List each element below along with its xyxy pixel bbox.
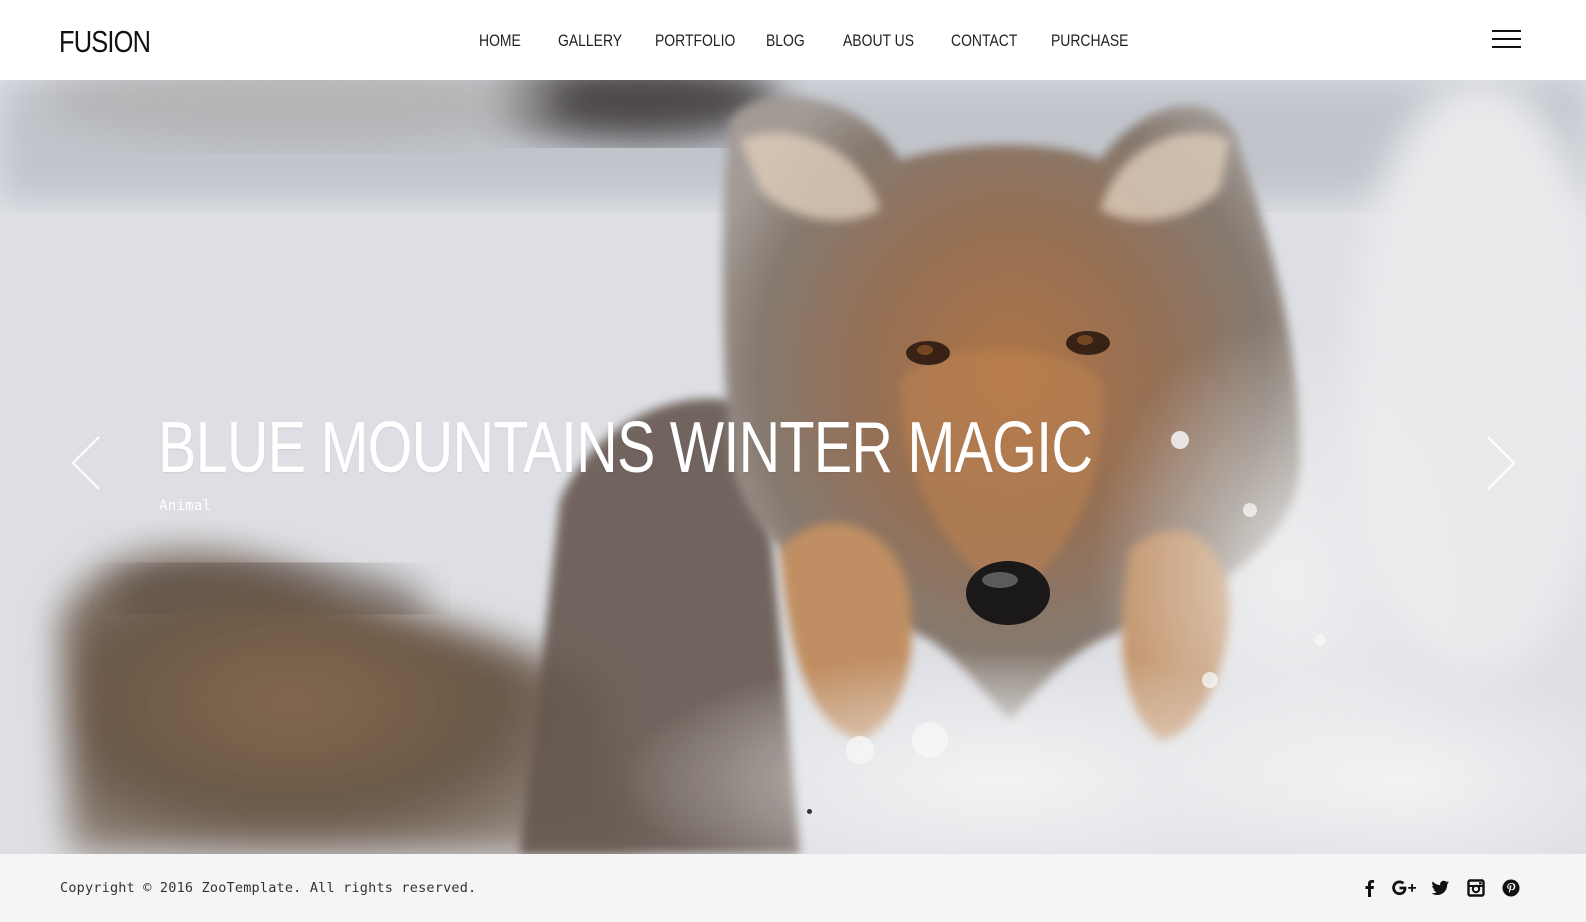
- copyright-text: Copyright © 2016 ZooTemplate. All rights…: [60, 880, 477, 896]
- hamburger-menu-icon[interactable]: [1492, 30, 1521, 50]
- site-logo[interactable]: FUSION: [59, 22, 151, 62]
- nav-item-home[interactable]: HOME: [479, 28, 521, 54]
- chevron-right-icon[interactable]: [1484, 435, 1518, 491]
- nav-item-purchase[interactable]: PURCHASE: [1051, 28, 1128, 54]
- hero-slider: BLUE MOUNTAINS WINTER MAGIC Animal: [0, 80, 1586, 854]
- google-plus-icon[interactable]: [1391, 878, 1419, 898]
- slider-dot[interactable]: [807, 809, 812, 814]
- site-footer: Copyright © 2016 ZooTemplate. All rights…: [0, 854, 1586, 922]
- site-header: FUSION HOME GALLERY PORTFOLIO BLOG ABOUT…: [0, 0, 1586, 80]
- pinterest-icon[interactable]: [1501, 878, 1521, 898]
- nav-item-about-us[interactable]: ABOUT US: [843, 28, 914, 54]
- instagram-icon[interactable]: [1466, 878, 1486, 898]
- chevron-left-icon[interactable]: [69, 435, 103, 491]
- nav-item-blog[interactable]: BLOG: [766, 28, 805, 54]
- slide-category[interactable]: Animal: [159, 498, 211, 514]
- twitter-icon[interactable]: [1430, 878, 1450, 898]
- nav-item-portfolio[interactable]: PORTFOLIO: [655, 28, 735, 54]
- slide-title: BLUE MOUNTAINS WINTER MAGIC: [158, 408, 1093, 488]
- nav-item-gallery[interactable]: GALLERY: [558, 28, 622, 54]
- facebook-icon[interactable]: [1360, 878, 1380, 898]
- nav-item-contact[interactable]: CONTACT: [951, 28, 1017, 54]
